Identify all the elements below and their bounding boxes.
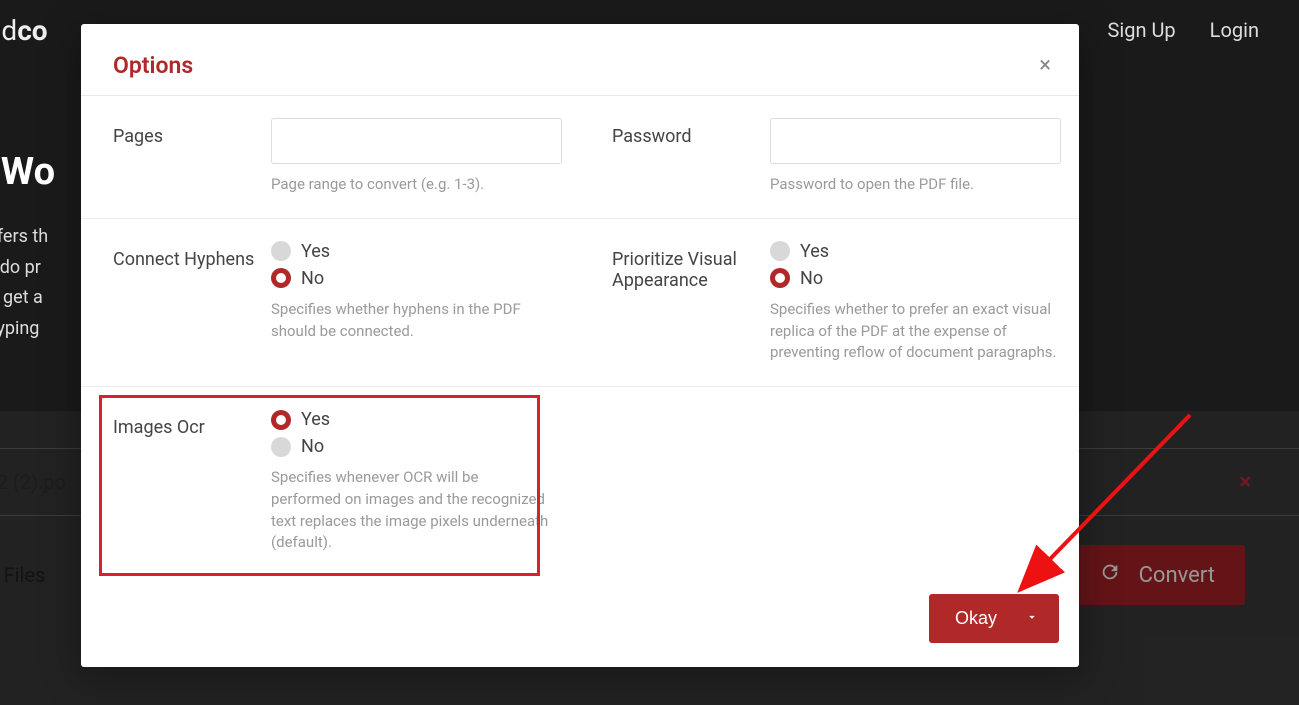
option-empty-cell [591, 387, 1079, 576]
images-ocr-radio-group: Yes No [271, 409, 551, 457]
prioritize-visual-hint: Specifies whether to prefer an exact vis… [770, 299, 1061, 364]
prioritize-visual-yes[interactable]: Yes [770, 241, 1061, 262]
radio-icon [271, 437, 291, 457]
hero-text: t offers th We do pr you get a re-typing [0, 222, 55, 344]
password-label: Password [612, 118, 762, 196]
option-images-ocr: Images Ocr Yes No Specifies whenever OCR… [81, 387, 591, 576]
radio-label: Yes [800, 241, 829, 262]
pages-label: Pages [113, 118, 263, 196]
radio-label: No [301, 436, 324, 457]
modal-footer: Okay [81, 576, 1079, 667]
options-modal: Options × Pages Page range to convert (e… [81, 24, 1079, 667]
signup-link[interactable]: Sign Up [1107, 18, 1175, 42]
radio-icon [271, 410, 291, 430]
modal-title: Options [113, 52, 193, 79]
images-ocr-no[interactable]: No [271, 436, 551, 457]
radio-label: Yes [301, 409, 330, 430]
images-ocr-label: Images Ocr [113, 409, 263, 554]
prioritize-visual-radio-group: Yes No [770, 241, 1061, 289]
password-hint: Password to open the PDF file. [770, 174, 1061, 196]
header-nav: Sign Up Login [1107, 18, 1259, 42]
chevron-down-icon [1025, 608, 1039, 629]
radio-icon [271, 241, 291, 261]
pages-input[interactable] [271, 118, 562, 164]
images-ocr-yes[interactable]: Yes [271, 409, 551, 430]
hero-line: We do pr [0, 253, 55, 284]
option-connect-hyphens: Connect Hyphens Yes No Specifies whether… [81, 219, 580, 386]
okay-button[interactable]: Okay [929, 594, 1059, 643]
connect-hyphens-label: Connect Hyphens [113, 241, 263, 364]
radio-label: No [800, 268, 823, 289]
logo-text-part1: oud [0, 14, 17, 47]
connect-hyphens-radio-group: Yes No [271, 241, 562, 289]
radio-icon [770, 268, 790, 288]
login-link[interactable]: Login [1210, 18, 1259, 42]
hero-section: o Wo t offers th We do pr you get a re-t… [0, 150, 55, 344]
radio-label: No [301, 268, 324, 289]
options-row-radios-1: Connect Hyphens Yes No Specifies whether… [81, 219, 1079, 387]
prioritize-visual-label: Prioritize Visual Appearance [612, 241, 762, 364]
images-ocr-hint: Specifies whenever OCR will be performed… [271, 467, 551, 554]
option-prioritize-visual: Prioritize Visual Appearance Yes No Spec… [580, 219, 1079, 386]
modal-close-button[interactable]: × [1039, 55, 1051, 77]
hero-title: o Wo [0, 150, 55, 194]
options-row-radios-2: Images Ocr Yes No Specifies whenever OCR… [81, 387, 1079, 576]
modal-body: Pages Page range to convert (e.g. 1-3). … [81, 96, 1079, 576]
modal-header: Options × [81, 24, 1079, 96]
connect-hyphens-hint: Specifies whether hyphens in the PDF sho… [271, 299, 562, 343]
hero-line: you get a [0, 283, 55, 314]
options-row-inputs: Pages Page range to convert (e.g. 1-3). … [81, 96, 1079, 219]
connect-hyphens-no[interactable]: No [271, 268, 562, 289]
password-input[interactable] [770, 118, 1061, 164]
app-logo: oudco [0, 14, 48, 47]
radio-icon [271, 268, 291, 288]
radio-icon [770, 241, 790, 261]
radio-label: Yes [301, 241, 330, 262]
prioritize-visual-no[interactable]: No [770, 268, 1061, 289]
okay-label: Okay [955, 608, 997, 629]
pages-hint: Page range to convert (e.g. 1-3). [271, 174, 562, 196]
option-password: Password Password to open the PDF file. [580, 96, 1079, 218]
hero-line: t offers th [0, 222, 55, 253]
hero-line: re-typing [0, 314, 55, 345]
logo-text-part2: co [17, 14, 47, 47]
connect-hyphens-yes[interactable]: Yes [271, 241, 562, 262]
option-pages: Pages Page range to convert (e.g. 1-3). [81, 96, 580, 218]
